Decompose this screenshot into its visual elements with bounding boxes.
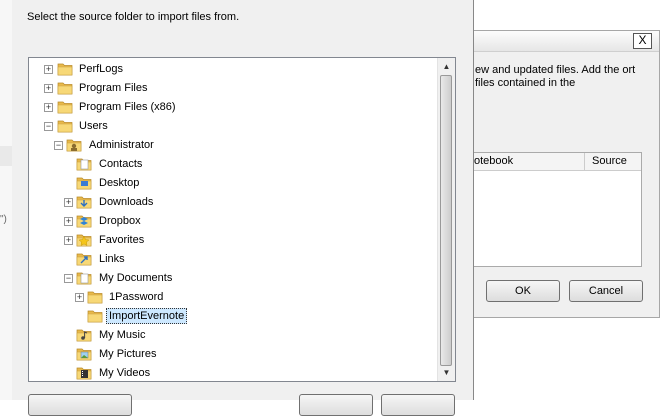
table-header: otebook Source [468,153,641,171]
background-window-edge: ") [0,0,12,400]
tree-item-label: Contacts [99,158,143,170]
make-new-folder-button[interactable] [28,394,132,416]
dialog-titlebar: X [463,31,659,52]
tree-item[interactable]: − Administrator [29,136,434,155]
scroll-down-arrow-icon[interactable]: ▼ [441,367,452,378]
folder-icon [57,61,73,77]
tree-item[interactable]: + Program Files [29,79,434,98]
tree-item[interactable]: − My Documents [29,269,434,288]
folder-icon [57,80,73,96]
collapse-icon[interactable]: − [54,141,63,150]
desktop-folder-icon [76,175,92,191]
links-folder-icon [76,251,92,267]
vertical-scrollbar[interactable]: ▲ ▼ [437,58,455,381]
cancel-button[interactable]: Cancel [569,280,643,302]
tree-item[interactable]: My Pictures [29,345,434,364]
tree-item-label: Downloads [99,196,154,208]
tree-item-label: My Documents [99,272,173,284]
expand-icon[interactable]: + [64,236,73,245]
tree-item-label: Dropbox [99,215,141,227]
ok-button-partial[interactable] [299,394,373,416]
pictures-folder-icon [76,346,92,362]
tree-item[interactable]: + Dropbox [29,212,434,231]
scroll-up-arrow-icon[interactable]: ▲ [441,61,452,72]
tree-item[interactable]: Desktop [29,174,434,193]
dialog-prompt: Select the source folder to import files… [27,11,240,23]
tree-item[interactable]: + Program Files (x86) [29,98,434,117]
documents-folder-icon [76,270,92,286]
ok-button[interactable]: OK [486,280,560,302]
tree-item[interactable]: +1Password [29,288,434,307]
tree-item[interactable]: ImportEvernote [29,307,434,326]
expand-icon[interactable]: + [64,198,73,207]
folder-icon [87,308,103,324]
notebook-table[interactable]: otebook Source [467,152,642,267]
folder-icon [87,289,103,305]
folder-icon [57,99,73,115]
import-settings-dialog: X ew and updated files. Add the ort file… [462,30,660,318]
user-folder-icon [66,137,82,153]
expand-icon[interactable]: + [44,84,53,93]
folder-tree[interactable]: + PerfLogs + Program Files + Program Files (x… [28,57,456,382]
tree-item[interactable]: My Music [29,326,434,345]
music-folder-icon [76,327,92,343]
tree-item-label: 1Password [109,291,164,303]
tree-item-label: PerfLogs [79,63,124,75]
tree-item[interactable]: Contacts [29,155,434,174]
tree-item-label: My Pictures [99,348,157,360]
tree-item-label: My Videos [99,367,151,379]
background-highlight [0,146,12,166]
expand-icon[interactable]: + [75,293,84,302]
tree-item-label: My Music [99,329,146,341]
tree-item-label: Administrator [89,139,154,151]
collapse-icon[interactable]: − [64,274,73,283]
tree-item-label: ImportEvernote [106,308,188,324]
dropbox-folder-icon [76,213,92,229]
tree-item[interactable]: My Videos [29,364,434,381]
tree-item-label: Desktop [99,177,140,189]
tree-item-label: Favorites [99,234,145,246]
expand-icon[interactable]: + [64,217,73,226]
cancel-button-partial[interactable] [381,394,455,416]
contacts-folder-icon [76,156,92,172]
expand-icon[interactable]: + [44,103,53,112]
close-icon[interactable]: X [633,33,652,49]
dialog-description: ew and updated files. Add the ort files … [475,64,636,89]
tree-item[interactable]: + PerfLogs [29,60,434,79]
folder-icon [57,118,73,134]
browse-folder-dialog: Select the source folder to import files… [12,0,474,416]
column-header-notebook[interactable]: otebook [474,155,513,167]
scroll-thumb[interactable] [440,75,452,366]
column-divider [584,153,585,170]
expand-icon[interactable]: + [44,65,53,74]
tree-item-label: Program Files (x86) [79,101,176,113]
tree-item-label: Users [79,120,108,132]
tree-item[interactable]: Links [29,250,434,269]
videos-folder-icon [76,365,92,381]
tree-item-label: Links [99,253,125,265]
column-header-source[interactable]: Source [592,155,627,167]
favorites-folder-icon [76,232,92,248]
collapse-icon[interactable]: − [44,122,53,131]
tree-item-label: Program Files [79,82,148,94]
tree-item[interactable]: + Favorites [29,231,434,250]
downloads-folder-icon [76,194,92,210]
tree-item[interactable]: − Users [29,117,434,136]
tree-item[interactable]: + Downloads [29,193,434,212]
background-text-fragment: ") [0,214,7,225]
